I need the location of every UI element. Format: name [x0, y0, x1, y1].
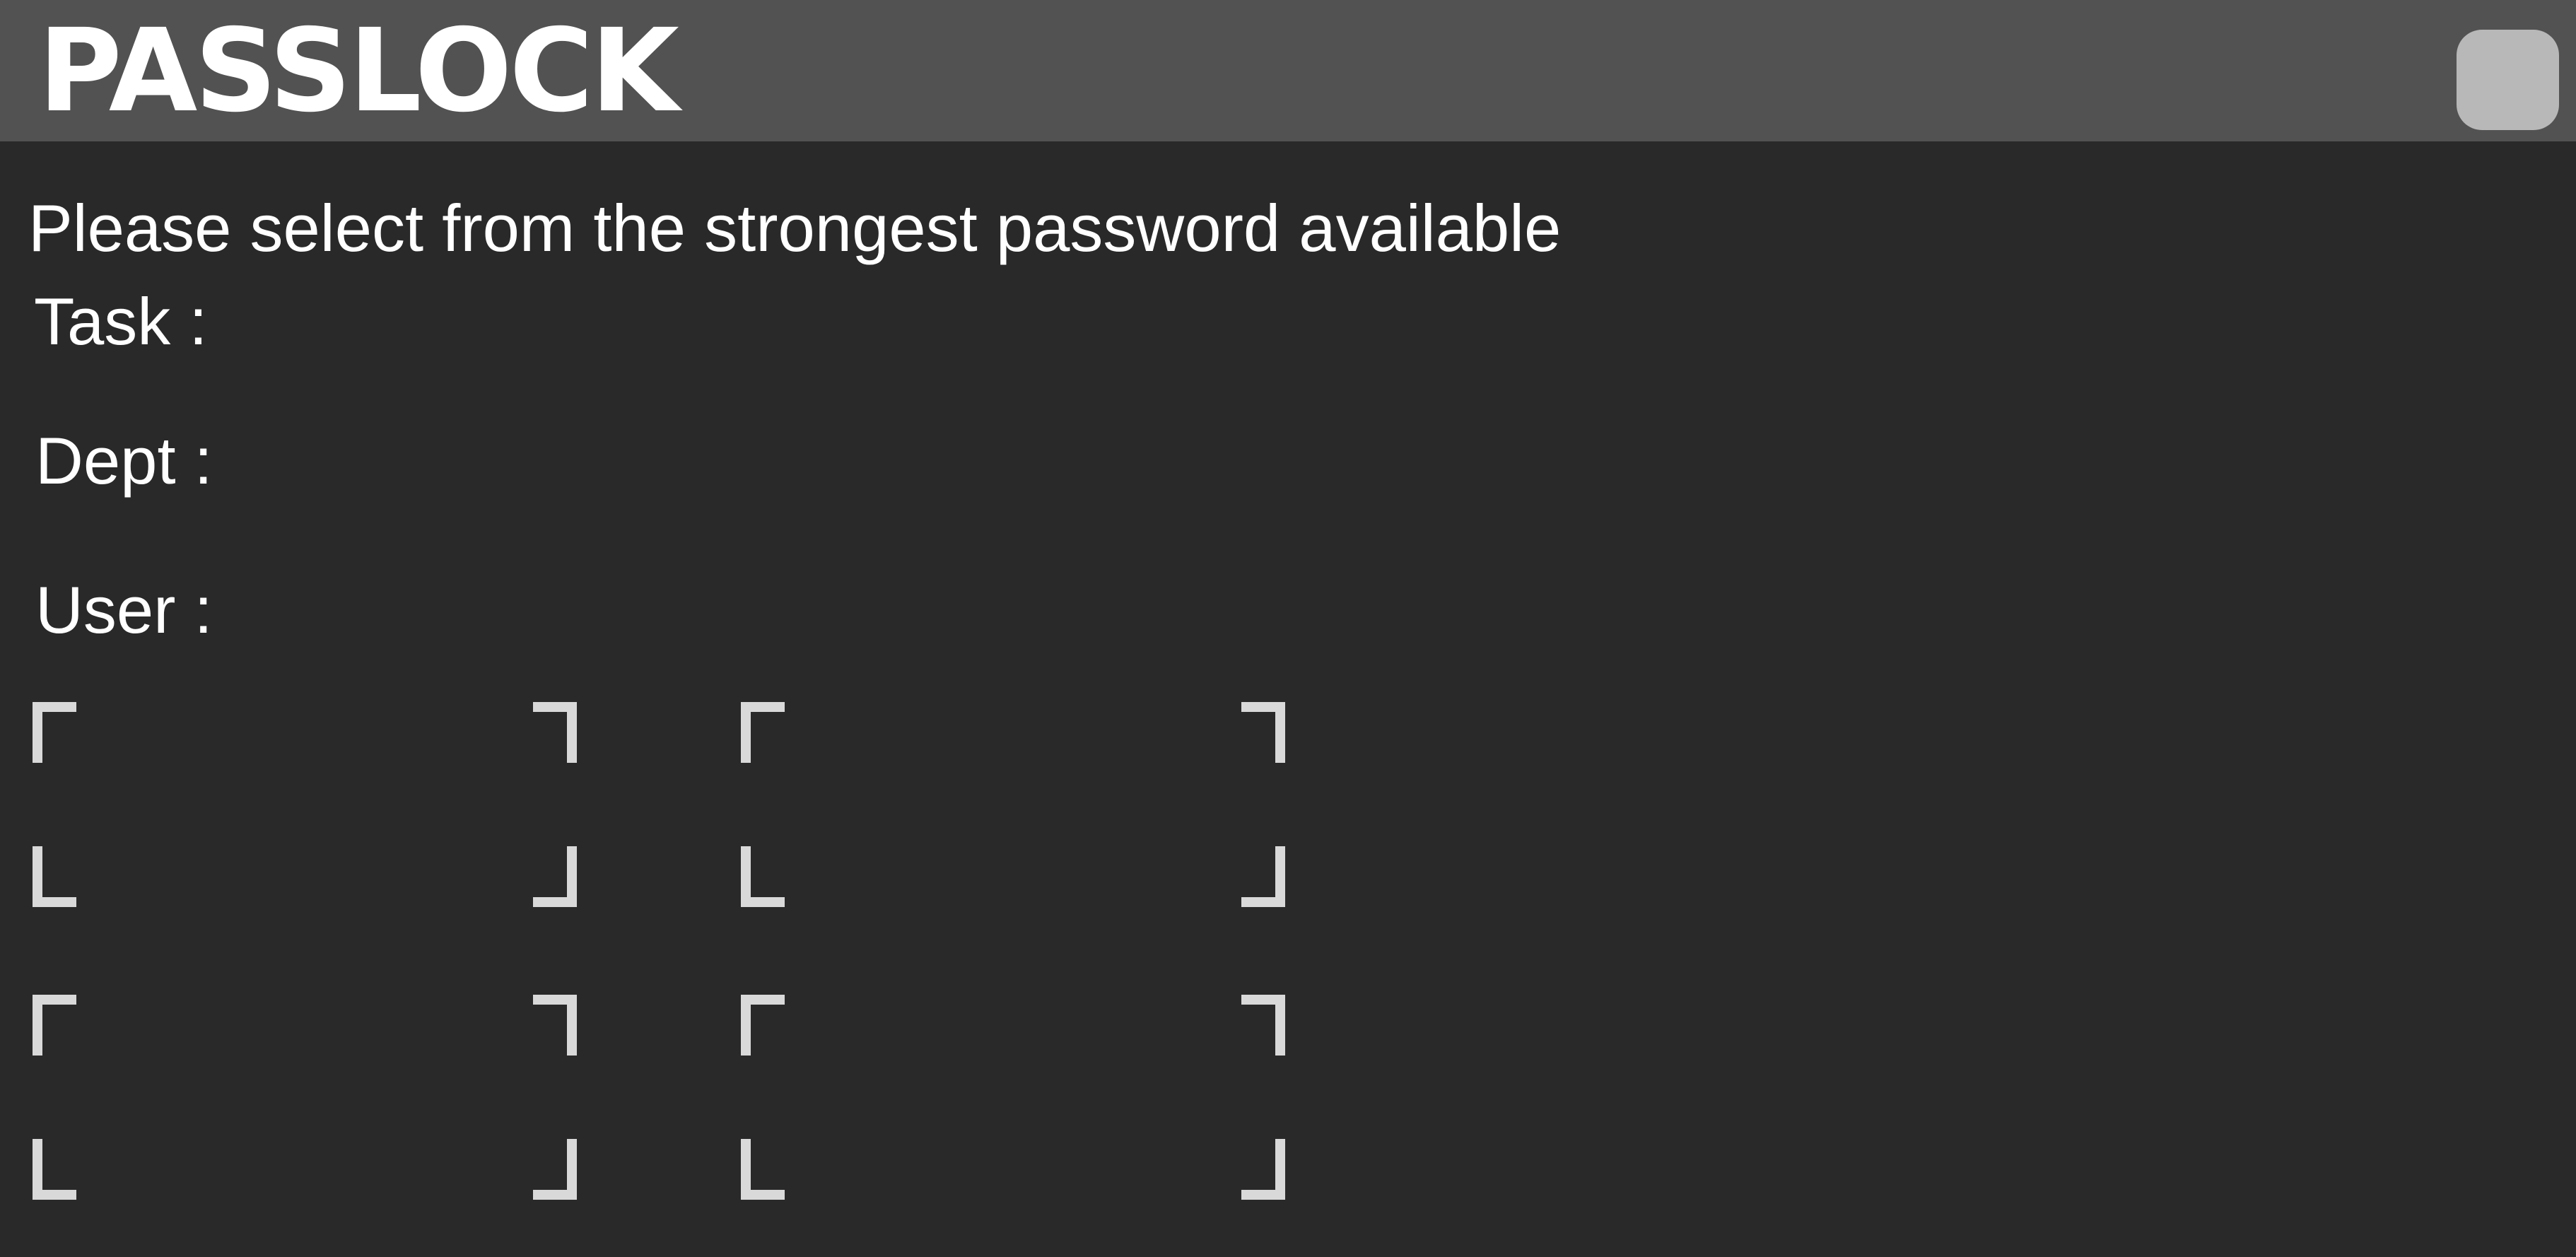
instruction-text: Please select from the strongest passwor… [28, 191, 1562, 265]
bracket-bottom-left [741, 846, 785, 907]
bracket-top-left [741, 702, 785, 763]
bracket-bottom-left [741, 1139, 785, 1200]
dept-label: Dept : [35, 422, 213, 500]
password-option-2[interactable] [741, 702, 1285, 907]
bracket-bottom-left [33, 846, 76, 907]
bracket-top-right [533, 995, 577, 1056]
app-header: PASSLOCK [0, 0, 2576, 141]
bracket-bottom-right [533, 1139, 577, 1200]
bracket-bottom-right [533, 846, 577, 907]
task-label: Task : [34, 283, 208, 361]
bracket-top-left [33, 995, 76, 1056]
bracket-top-right [533, 702, 577, 763]
app-logo: PASSLOCK [38, 5, 679, 138]
bracket-bottom-right [1241, 1139, 1285, 1200]
bracket-bottom-right [1241, 846, 1285, 907]
password-option-4[interactable] [741, 995, 1285, 1200]
user-label-text: User : [35, 573, 213, 647]
menu-button[interactable] [2457, 30, 2559, 130]
bracket-top-right [1241, 995, 1285, 1056]
user-label: User : [35, 571, 213, 649]
bracket-bottom-left [33, 1139, 76, 1200]
task-label-text: Task : [34, 284, 208, 358]
password-option-1[interactable] [33, 702, 577, 907]
dept-label-text: Dept : [35, 423, 213, 498]
bracket-top-right [1241, 702, 1285, 763]
bracket-top-left [741, 995, 785, 1056]
passlock-screen: PASSLOCK Please select from the stronges… [0, 0, 2576, 1257]
password-option-3[interactable] [33, 995, 577, 1200]
bracket-top-left [33, 702, 76, 763]
